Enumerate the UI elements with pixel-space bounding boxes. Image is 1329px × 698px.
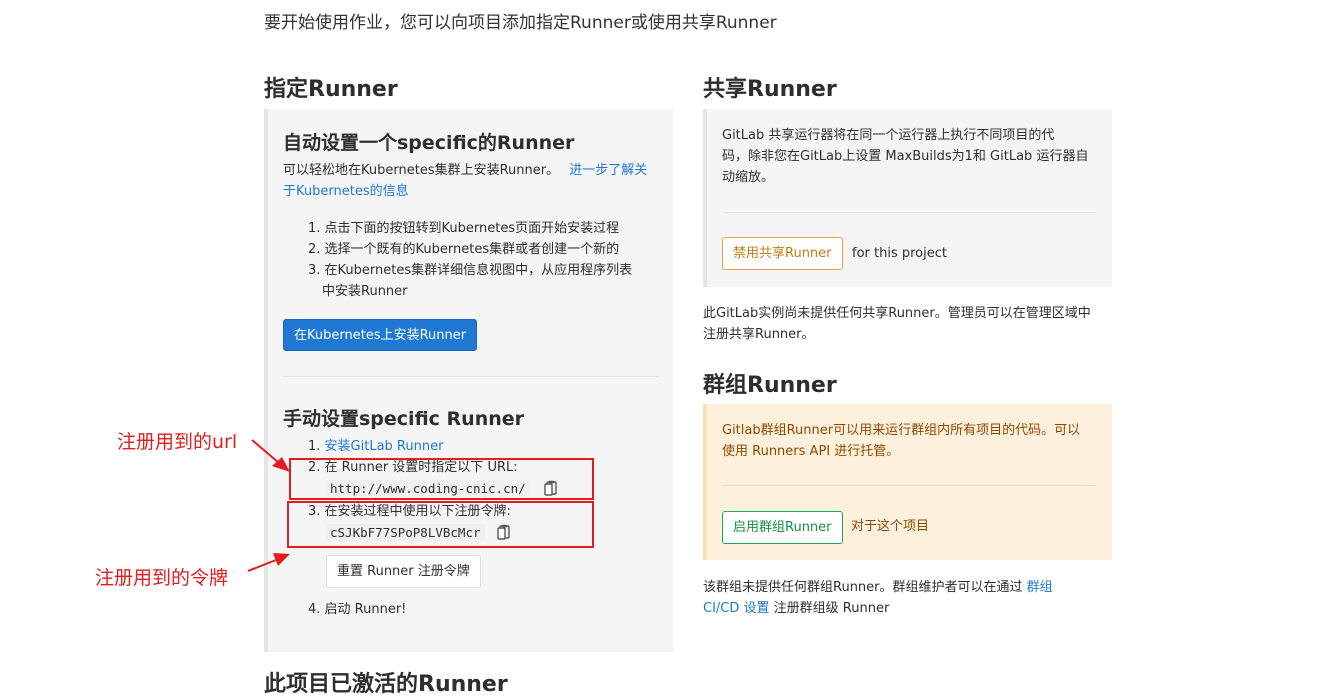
- group-desc: Gitlab群组Runner可以用来运行群组内所有项目的代码。可以 使用 Run…: [722, 420, 1107, 462]
- group-cicd-link-cont[interactable]: CI/CD 设置: [703, 601, 770, 616]
- group-for-project: 对于这个项目: [851, 519, 930, 534]
- url-annotation: 注册用到的url: [117, 431, 238, 453]
- auto-step-3: 3. 在Kubernetes集群详细信息视图中，从应用程序列表: [308, 263, 633, 278]
- group-note-text: 该群组未提供任何群组Runner。群组维护者可以在通过: [703, 580, 1027, 595]
- group-desc-line-1: Gitlab群组Runner可以用来运行群组内所有项目的代码。可以: [722, 423, 1081, 438]
- shared-runner-panel: GitLab 共享运行器将在同一个运行器上执行不同项目的代 码，除非您在GitL…: [703, 109, 1112, 287]
- shared-for-project: for this project: [852, 246, 947, 261]
- shared-desc-line-3: 动缩放。: [722, 170, 775, 185]
- install-kubernetes-runner-button[interactable]: 在Kubernetes上安装Runner: [283, 319, 478, 351]
- shared-desc-line-2: 码，除非您在GitLab上设置 MaxBuilds为1和 GitLab 运行器自: [722, 149, 1089, 164]
- group-note: 该群组未提供任何群组Runner。群组维护者可以在通过 群组 CI/CD 设置 …: [703, 577, 1123, 619]
- token-highlight-box: [287, 501, 594, 548]
- active-runners-heading: 此项目已激活的Runner: [264, 672, 508, 697]
- auto-setup-desc: 可以轻松地在Kubernetes集群上安装Runner。 进一步了解关 于Kub…: [283, 160, 663, 202]
- reset-token-button[interactable]: 重置 Runner 注册令牌: [326, 555, 481, 588]
- specific-runner-panel: 自动设置一个specific的Runner 可以轻松地在Kubernetes集群…: [264, 109, 673, 652]
- kubernetes-info-link-cont[interactable]: 于Kubernetes的信息: [283, 184, 409, 199]
- divider: [722, 485, 1096, 486]
- manual-step-1-number: 1.: [308, 439, 325, 454]
- shared-desc-line-1: GitLab 共享运行器将在同一个运行器上执行不同项目的代: [722, 128, 1055, 143]
- shared-note-line-2: 注册共享Runner。: [703, 327, 815, 342]
- auto-setup-steps: 1. 点击下面的按钮转到Kubernetes页面开始安装过程 2. 选择一个既有…: [308, 218, 658, 302]
- auto-step-2: 2. 选择一个既有的Kubernetes集群或者创建一个新的: [308, 242, 620, 257]
- manual-step-4: 4. 启动 Runner!: [308, 602, 407, 617]
- disable-shared-runners-button[interactable]: 禁用共享Runner: [722, 237, 843, 270]
- group-note-suffix: 注册群组级 Runner: [769, 601, 890, 616]
- specific-runner-heading: 指定Runner: [264, 77, 398, 102]
- auto-setup-title: 自动设置一个specific的Runner: [283, 132, 575, 154]
- group-runner-heading: 群组Runner: [703, 373, 837, 398]
- group-runner-panel: Gitlab群组Runner可以用来运行群组内所有项目的代码。可以 使用 Run…: [703, 404, 1112, 560]
- group-cicd-link[interactable]: 群组: [1027, 580, 1053, 595]
- token-annotation: 注册用到的令牌: [95, 567, 229, 589]
- shared-note: 此GitLab实例尚未提供任何共享Runner。管理员可以在管理区域中 注册共享…: [703, 303, 1123, 345]
- enable-group-runners-button[interactable]: 启用群组Runner: [722, 511, 843, 544]
- auto-step-3-cont: 中安装Runner: [322, 284, 408, 299]
- shared-runner-heading: 共享Runner: [703, 77, 837, 102]
- auto-setup-desc-text: 可以轻松地在Kubernetes集群上安装Runner。: [283, 163, 560, 178]
- group-desc-line-2: 使用 Runners API 进行托管。: [722, 444, 900, 459]
- shared-note-line-1: 此GitLab实例尚未提供任何共享Runner。管理员可以在管理区域中: [703, 306, 1091, 321]
- auto-step-1: 1. 点击下面的按钮转到Kubernetes页面开始安装过程: [308, 221, 620, 236]
- divider: [283, 376, 658, 377]
- divider: [722, 212, 1096, 213]
- install-gitlab-runner-link[interactable]: 安装GitLab Runner: [325, 439, 444, 454]
- intro-text: 要开始使用作业，您可以向项目添加指定Runner或使用共享Runner: [264, 13, 777, 33]
- url-highlight-box: [289, 458, 594, 500]
- shared-desc: GitLab 共享运行器将在同一个运行器上执行不同项目的代 码，除非您在GitL…: [722, 125, 1107, 188]
- kubernetes-info-link[interactable]: 进一步了解关: [569, 163, 647, 178]
- manual-step-1: 1. 安装GitLab Runner: [308, 436, 443, 457]
- manual-setup-title: 手动设置specific Runner: [283, 408, 524, 430]
